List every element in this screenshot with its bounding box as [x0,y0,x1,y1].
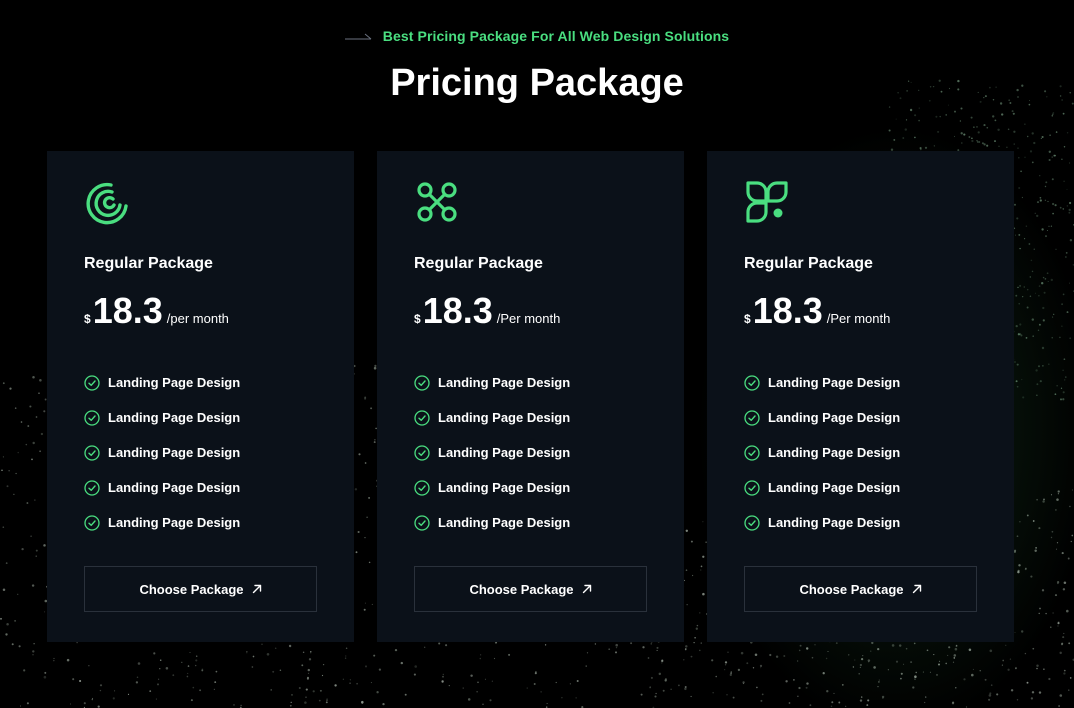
arrow-up-right-icon [582,584,591,594]
choose-package-button[interactable]: Choose Package [414,566,647,612]
check-circle-icon [84,479,100,496]
feature-label: Landing Page Design [108,410,241,425]
choose-package-button[interactable]: Choose Package [84,566,317,612]
list-item: Landing Page Design [414,470,647,505]
list-item: Landing Page Design [414,505,647,540]
price-currency: $ [414,312,421,326]
pricing-card: Regular Package $ 18.3 /Per month Landin… [377,151,684,642]
check-circle-icon [744,514,760,531]
feature-label: Landing Page Design [438,375,571,390]
feature-label: Landing Page Design [768,375,901,390]
price: $ 18.3 /Per month [744,293,977,337]
check-circle-icon [744,409,760,426]
price-value: 18.3 [752,290,823,331]
feature-label: Landing Page Design [768,445,901,460]
list-item: Landing Page Design [744,435,977,470]
button-label: Choose Package [469,581,574,597]
price: $ 18.3 /per month [84,293,317,337]
check-circle-icon [744,374,760,391]
check-circle-icon [84,374,100,391]
check-circle-icon [84,444,100,461]
button-label: Choose Package [799,581,904,597]
list-item: Landing Page Design [84,400,317,435]
feature-label: Landing Page Design [438,480,571,495]
package-name: Regular Package [414,255,543,272]
list-item: Landing Page Design [84,505,317,540]
check-circle-icon [84,409,100,426]
pricing-card: Regular Package $ 18.3 /Per month Landin… [707,151,1014,642]
check-circle-icon [414,374,430,391]
list-item: Landing Page Design [744,470,977,505]
price-period: /Per month [496,311,561,326]
feature-label: Landing Page Design [108,480,241,495]
check-circle-icon [744,479,760,496]
feature-label: Landing Page Design [438,445,571,460]
list-item: Landing Page Design [84,435,317,470]
feature-label: Landing Page Design [768,515,901,530]
line-arrow-icon [344,33,372,40]
feature-list: Landing Page Design Landing Page Design … [84,365,317,540]
list-item: Landing Page Design [744,365,977,400]
check-circle-icon [744,444,760,461]
price-currency: $ [84,312,91,326]
concentric-arcs-icon [86,182,128,225]
list-item: Landing Page Design [414,435,647,470]
feature-label: Landing Page Design [438,410,571,425]
feature-list: Landing Page Design Landing Page Design … [414,365,647,540]
pricing-card: Regular Package $ 18.3 /per month Landin… [47,151,354,642]
feature-label: Landing Page Design [768,480,901,495]
button-label: Choose Package [139,581,244,597]
list-item: Landing Page Design [414,400,647,435]
feature-label: Landing Page Design [108,515,241,530]
choose-package-button[interactable]: Choose Package [744,566,977,612]
arrow-up-right-icon [252,584,261,594]
list-item: Landing Page Design [744,400,977,435]
list-item: Landing Page Design [84,365,317,400]
feature-label: Landing Page Design [438,515,571,530]
price-period: /Per month [826,311,891,326]
feature-label: Landing Page Design [768,410,901,425]
four-nodes-icon [417,182,457,222]
package-name: Regular Package [84,255,213,272]
check-circle-icon [414,514,430,531]
pricing-cards: Regular Package $ 18.3 /per month Landin… [47,151,1014,642]
check-circle-icon [414,479,430,496]
check-circle-icon [84,514,100,531]
check-circle-icon [414,409,430,426]
section-eyebrow: Best Pricing Package For All Web Design … [0,28,1074,44]
arrow-up-right-icon [912,584,921,594]
check-circle-icon [414,444,430,461]
list-item: Landing Page Design [84,470,317,505]
list-item: Landing Page Design [414,365,647,400]
feature-label: Landing Page Design [108,375,241,390]
package-name: Regular Package [744,255,873,272]
feature-list: Landing Page Design Landing Page Design … [744,365,977,540]
price-currency: $ [744,312,751,326]
price-period: /per month [166,311,229,326]
eyebrow-text: Best Pricing Package For All Web Design … [382,28,730,44]
list-item: Landing Page Design [744,505,977,540]
price: $ 18.3 /Per month [414,293,647,337]
feature-label: Landing Page Design [108,445,241,460]
page-title: Pricing Package [390,62,684,104]
price-value: 18.3 [422,290,493,331]
leaf-shapes-icon [746,181,788,223]
price-value: 18.3 [92,290,163,331]
